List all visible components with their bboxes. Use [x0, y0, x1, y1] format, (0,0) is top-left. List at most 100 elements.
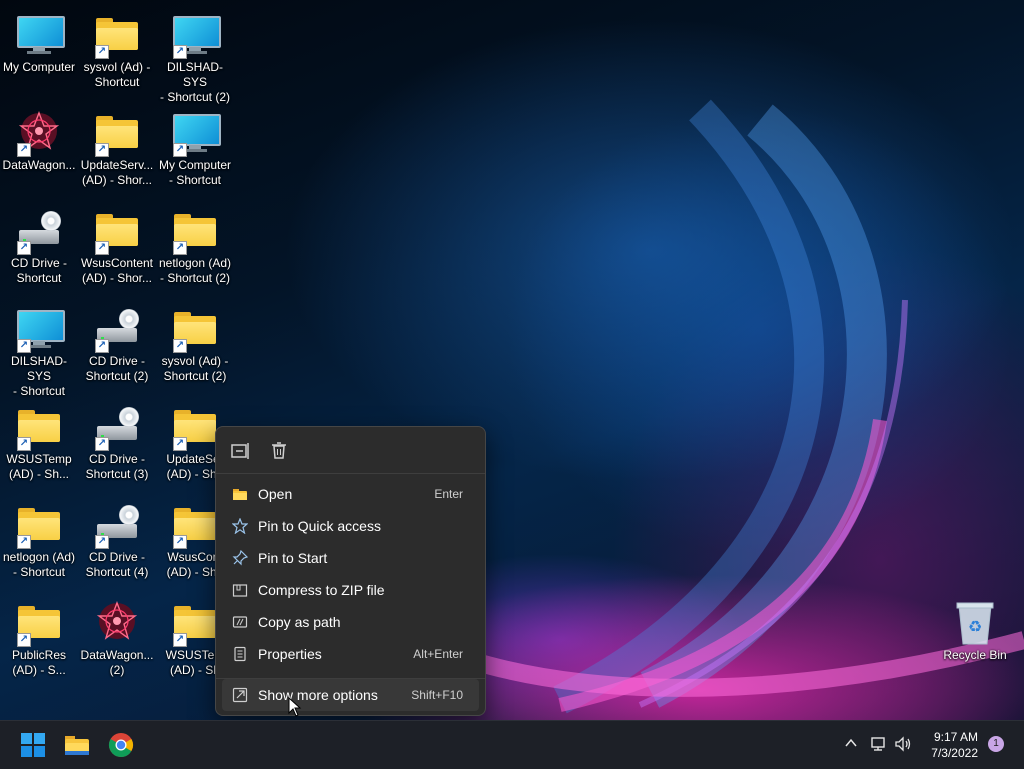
menu-item-label: Copy as path	[258, 614, 341, 630]
desktop-icon-sysvol-ad-shortcut[interactable]: ↗ sysvol (Ad) - Shortcut	[78, 6, 156, 102]
datawagon-icon: ↗	[15, 110, 63, 157]
menu-item-compress-to-zip-file[interactable]: Compress to ZIP file	[222, 574, 479, 606]
computer-icon: ↗	[171, 12, 221, 59]
folder-icon: ↗	[93, 208, 141, 255]
desktop-icon-wsustemp-ad-sh[interactable]: ↗ WSUSTemp (AD) - Sh...	[0, 398, 78, 494]
shortcut-arrow-icon: ↗	[17, 143, 31, 157]
recycle-bin-icon: ♻	[951, 600, 999, 646]
desktop-icon-dilshad-sys-shortcut-2[interactable]: ↗ DILSHAD-SYS - Shortcut (2)	[156, 6, 234, 104]
desktop-icon-netlogon-ad-shortcut[interactable]: ↗ netlogon (Ad) - Shortcut	[0, 496, 78, 592]
desktop-icon-label: CD Drive - Shortcut (3)	[85, 452, 149, 481]
desktop-icon-my-computer[interactable]: My Computer	[0, 6, 78, 102]
desktop[interactable]: My Computer ↗ sysvol (Ad) - Shortcut ↗ DILSH…	[0, 0, 1024, 720]
desktop-icon-netlogon-ad-shortcut-2[interactable]: ↗ netlogon (Ad) - Shortcut (2)	[156, 202, 234, 298]
computer-icon: ↗	[15, 306, 65, 353]
start-icon[interactable]	[17, 729, 49, 761]
shortcut-arrow-icon: ↗	[95, 143, 109, 157]
desktop-icon-label: My Computer	[2, 60, 76, 74]
menu-item-show-more-options[interactable]: Show more options Shift+F10	[222, 679, 479, 711]
shortcut-arrow-icon: ↗	[173, 535, 187, 549]
desktop-icon-cd-drive-shortcut-4[interactable]: ↗ CD Drive - Shortcut (4)	[78, 496, 156, 592]
shortcut-arrow-icon: ↗	[95, 45, 109, 59]
recycle-bin-label: Recycle Bin	[943, 648, 1007, 662]
network-icon[interactable]	[869, 735, 887, 756]
menu-separator	[216, 678, 485, 679]
folder-icon: ↗	[171, 502, 219, 549]
shortcut-arrow-icon: ↗	[17, 535, 31, 549]
context-menu-top-actions	[216, 427, 485, 474]
trash-icon[interactable]	[265, 437, 293, 465]
menu-item-pin-to-quick-access[interactable]: Pin to Quick access	[222, 510, 479, 542]
shortcut-arrow-icon: ↗	[95, 339, 109, 353]
menu-item-label: Compress to ZIP file	[258, 582, 385, 598]
chrome-icon[interactable]	[105, 729, 137, 761]
shortcut-arrow-icon: ↗	[17, 633, 31, 647]
cd-drive-icon: ↗	[93, 502, 141, 549]
menu-item-pin-to-start[interactable]: Pin to Start	[222, 542, 479, 574]
pin-icon	[232, 549, 249, 566]
menu-item-properties[interactable]: Properties Alt+Enter	[222, 638, 479, 670]
menu-item-label: Pin to Quick access	[258, 518, 381, 534]
desktop-icon-datawagon[interactable]: ↗ DataWagon...	[0, 104, 78, 200]
desktop-icon-label: DILSHAD-SYS - Shortcut	[10, 354, 67, 398]
desktop-icon-label: WSUSTemp (AD) - Sh...	[6, 452, 72, 481]
desktop-icon-label: sysvol (Ad) - Shortcut (2)	[161, 354, 229, 383]
notification-badge[interactable]: 1	[988, 736, 1004, 752]
clock[interactable]: 9:17 AM 7/3/2022	[918, 729, 978, 761]
folder-icon: ↗	[15, 600, 63, 647]
desktop-icon-cd-drive-shortcut[interactable]: ↗ CD Drive - Shortcut	[0, 202, 78, 298]
folder-icon	[232, 486, 248, 502]
desktop-icon-label: CD Drive - Shortcut (2)	[85, 354, 149, 383]
shortcut-arrow-icon: ↗	[95, 241, 109, 255]
recycle-bin[interactable]: ♻ Recycle Bin	[936, 594, 1014, 690]
menu-item-copy-as-path[interactable]: Copy as path	[222, 606, 479, 638]
desktop-icon-label: WsusContent (AD) - Shor...	[80, 256, 154, 285]
folder-icon: ↗	[93, 110, 141, 157]
desktop-icon-label: sysvol (Ad) - Shortcut	[83, 60, 151, 89]
desktop-icon-label: DILSHAD-SYS - Shortcut (2)	[159, 60, 231, 104]
cd-drive-icon: ↗	[93, 404, 141, 451]
menu-item-label: Open	[258, 486, 293, 502]
desktop-icon-label: My Computer - Shortcut	[158, 158, 232, 187]
taskbar: 9:17 AM 7/3/2022	[0, 720, 1024, 769]
shortcut-arrow-icon: ↗	[95, 437, 109, 451]
desktop-icon-updateserv-ad-shor[interactable]: ↗ UpdateServ... (AD) - Shor...	[78, 104, 156, 200]
desktop-icon-wsuscontent-ad-shor[interactable]: ↗ WsusContent (AD) - Shor...	[78, 202, 156, 298]
menu-item-label: Pin to Start	[258, 550, 328, 566]
desktop-icon-publicres-ad-s[interactable]: ↗ PublicRes (AD) - S...	[0, 594, 78, 690]
zip-icon	[232, 582, 248, 598]
desktop-icon-cd-drive-shortcut-2[interactable]: ↗ CD Drive - Shortcut (2)	[78, 300, 156, 396]
shortcut-arrow-icon: ↗	[17, 339, 31, 353]
desktop-icon-label: CD Drive - Shortcut	[11, 256, 67, 285]
rename-icon[interactable]	[226, 437, 254, 465]
desktop-icon-my-computer-shortcut[interactable]: ↗ My Computer - Shortcut	[156, 104, 234, 200]
desktop-icon-label: UpdateServ... (AD) - Shor...	[80, 158, 154, 187]
folder-icon: ↗	[171, 208, 219, 255]
desktop-icon-label: netlogon (Ad) - Shortcut	[2, 550, 76, 579]
menu-item-open[interactable]: Open Enter	[222, 478, 479, 510]
menu-item-shortcut: Enter	[434, 487, 463, 501]
volume-icon[interactable]	[893, 735, 913, 756]
svg-text:♻: ♻	[968, 617, 982, 636]
shortcut-arrow-icon: ↗	[173, 143, 187, 157]
desktop-icon-sysvol-ad-shortcut-2[interactable]: ↗ sysvol (Ad) - Shortcut (2)	[156, 300, 234, 396]
file-explorer-icon[interactable]	[61, 729, 93, 761]
star-icon	[231, 517, 249, 535]
desktop-icon-cd-drive-shortcut-3[interactable]: ↗ CD Drive - Shortcut (3)	[78, 398, 156, 494]
shortcut-arrow-icon: ↗	[17, 241, 31, 255]
desktop-icon-datawagon-2[interactable]: DataWagon... (2)	[78, 594, 156, 690]
folder-icon: ↗	[93, 12, 141, 59]
desktop-icon-dilshad-sys-shortcut[interactable]: ↗ DILSHAD-SYS - Shortcut	[0, 300, 78, 398]
chevron-up-icon[interactable]	[843, 735, 859, 754]
datawagon-icon	[93, 600, 141, 646]
shortcut-arrow-icon: ↗	[95, 535, 109, 549]
desktop-icon-label: DataWagon... (2)	[80, 648, 154, 677]
shortcut-arrow-icon: ↗	[173, 339, 187, 353]
menu-item-label: Show more options	[258, 687, 378, 703]
shortcut-arrow-icon: ↗	[173, 241, 187, 255]
folder-icon: ↗	[171, 306, 219, 353]
context-menu: Open Enter Pin to Quick access Pin to Start…	[215, 426, 486, 716]
shortcut-arrow-icon: ↗	[173, 437, 187, 451]
computer-icon: ↗	[171, 110, 221, 157]
menu-item-label: Properties	[258, 646, 322, 662]
